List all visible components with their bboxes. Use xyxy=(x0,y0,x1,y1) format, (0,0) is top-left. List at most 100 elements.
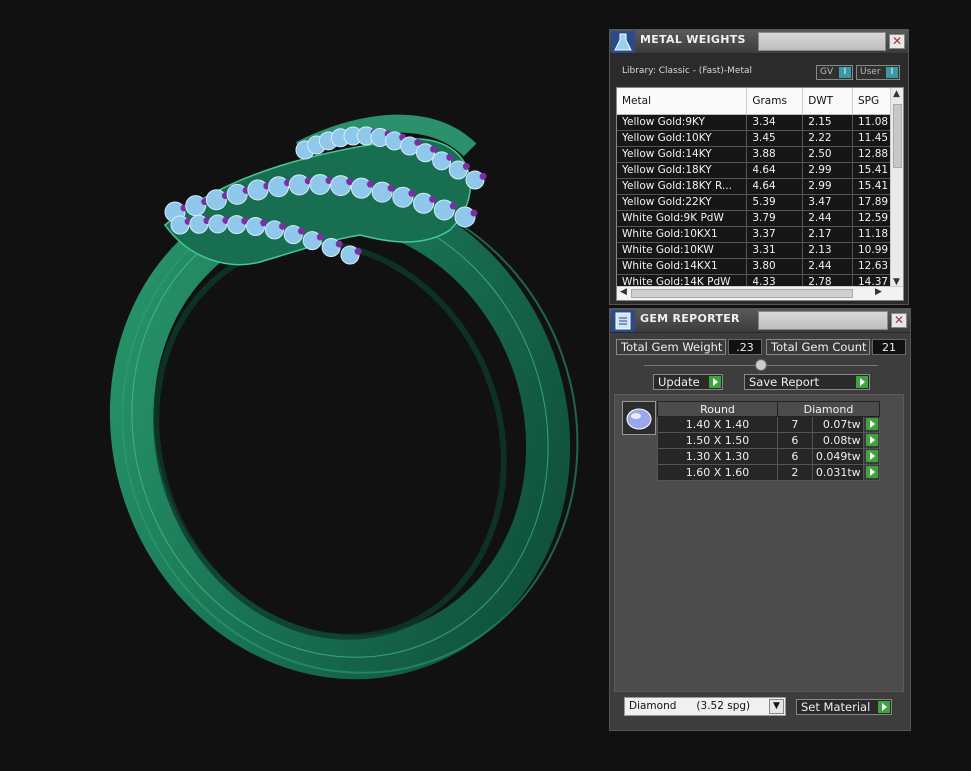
prong xyxy=(335,240,343,248)
play-icon xyxy=(866,450,878,462)
material-select[interactable]: Diamond (3.52 spg) ▼ xyxy=(624,697,786,716)
flask-icon xyxy=(611,31,635,53)
metal-weights-panel: METAL WEIGHTS ✕ Library: Classic - (Fast… xyxy=(609,29,909,305)
close-icon[interactable]: ✕ xyxy=(889,34,905,49)
table-cell: 2.50 xyxy=(802,146,853,163)
gem-stone xyxy=(454,206,476,228)
horizontal-scrollbar[interactable]: ◀ ▶ xyxy=(617,286,903,300)
prong xyxy=(470,209,478,217)
select-gem-button[interactable] xyxy=(862,464,881,481)
gem-row[interactable]: 1.50 X 1.50 6 0.08tw xyxy=(657,432,881,449)
column-header[interactable]: SPG xyxy=(852,88,891,115)
vertical-scrollbar[interactable]: ▲ ▼ xyxy=(890,88,903,288)
table-row[interactable]: White Gold:10KW 3.31 2.13 10.99 xyxy=(617,242,891,259)
set-material-button[interactable]: Set Material xyxy=(796,699,892,715)
gem-stone xyxy=(392,186,414,208)
gem-stone xyxy=(413,192,435,214)
table-cell: White Gold:9K PdW xyxy=(617,210,748,227)
scroll-right-icon[interactable]: ▶ xyxy=(875,287,882,297)
table-cell: 12.63 xyxy=(852,258,891,275)
total-gem-weight-value: .23 xyxy=(728,339,762,355)
gem-row[interactable]: 1.30 X 1.30 6 0.049tw xyxy=(657,448,881,465)
table-row[interactable]: White Gold:10KX1 3.37 2.17 11.18 xyxy=(617,226,891,243)
gem-stone xyxy=(268,176,290,198)
prong xyxy=(479,172,487,180)
gem-row[interactable]: 1.60 X 1.60 2 0.031tw xyxy=(657,464,881,481)
update-button[interactable]: Update xyxy=(653,374,723,390)
scroll-left-icon[interactable]: ◀ xyxy=(620,287,627,297)
table-cell: 3.37 xyxy=(746,226,804,243)
prong xyxy=(462,162,470,170)
table-cell: 15.41 xyxy=(852,162,891,179)
table-row[interactable]: Yellow Gold:14KY 3.88 2.50 12.88 xyxy=(617,146,891,163)
play-icon xyxy=(709,376,721,388)
gem-stone xyxy=(371,181,393,203)
gem-stone xyxy=(350,177,372,199)
column-header[interactable]: Metal xyxy=(617,88,748,115)
table-row[interactable]: White Gold:14KX1 3.80 2.44 12.63 xyxy=(617,258,891,275)
gem-count-cell: 6 xyxy=(777,432,813,449)
user-toggle[interactable]: User I xyxy=(856,65,900,80)
select-gem-button[interactable] xyxy=(862,432,881,449)
table-row[interactable]: White Gold:9K PdW 3.79 2.44 12.59 xyxy=(617,210,891,227)
splitter-handle-icon[interactable] xyxy=(755,359,767,371)
prong xyxy=(354,247,362,255)
gem-stone xyxy=(226,183,248,205)
gem-count-cell: 6 xyxy=(777,448,813,465)
play-icon xyxy=(856,376,868,388)
table-cell: 2.44 xyxy=(802,258,853,275)
table-cell: 11.08 xyxy=(852,114,891,131)
table-cell: 10.99 xyxy=(852,242,891,259)
prong xyxy=(387,184,395,192)
table-cell: 3.31 xyxy=(746,242,804,259)
prong xyxy=(366,180,374,188)
gem-stone xyxy=(185,195,207,217)
table-cell: Yellow Gold:9KY xyxy=(617,114,748,131)
table-row[interactable]: Yellow Gold:9KY 3.34 2.15 11.08 xyxy=(617,114,891,131)
save-report-button[interactable]: Save Report xyxy=(744,374,870,390)
prong xyxy=(446,153,454,161)
table-cell: 3.79 xyxy=(746,210,804,227)
metal-weights-title: METAL WEIGHTS xyxy=(640,33,746,46)
table-cell: 3.80 xyxy=(746,258,804,275)
scroll-thumb[interactable] xyxy=(631,289,853,298)
round-gem-icon[interactable] xyxy=(622,401,656,435)
table-cell: 3.47 xyxy=(802,194,853,211)
gem-stone xyxy=(330,175,352,197)
table-cell: White Gold:14KX1 xyxy=(617,258,748,275)
scroll-up-icon[interactable]: ▲ xyxy=(893,89,900,99)
scroll-thumb[interactable] xyxy=(893,104,902,168)
metal-weights-titlebar[interactable]: METAL WEIGHTS ✕ xyxy=(610,30,908,54)
table-cell: 2.22 xyxy=(802,130,853,147)
table-cell: 12.88 xyxy=(852,146,891,163)
3d-viewport[interactable] xyxy=(0,0,600,771)
gv-toggle[interactable]: GV I xyxy=(816,65,853,80)
gem-weight-cell: 0.08tw xyxy=(811,432,864,449)
gem-stone xyxy=(288,174,310,196)
table-row[interactable]: Yellow Gold:18KY R... 4.64 2.99 15.41 xyxy=(617,178,891,195)
table-row[interactable]: Yellow Gold:10KY 3.45 2.22 11.45 xyxy=(617,130,891,147)
chevron-down-icon[interactable]: ▼ xyxy=(769,699,784,714)
gem-list-area: Round Diamond 1.40 X 1.40 7 0.07tw 1.50 X 1… xyxy=(614,394,904,692)
gem-count-cell: 7 xyxy=(777,416,813,433)
select-gem-button[interactable] xyxy=(862,448,881,465)
table-row[interactable]: Yellow Gold:22KY 5.39 3.47 17.89 xyxy=(617,194,891,211)
gem-reporter-panel: GEM REPORTER ✕ Total Gem Weight .23 Tota… xyxy=(609,308,911,731)
gem-reporter-titlebar[interactable]: GEM REPORTER ✕ xyxy=(610,309,910,333)
table-cell: Yellow Gold:22KY xyxy=(617,194,748,211)
prong xyxy=(297,227,305,235)
gem-row[interactable]: 1.40 X 1.40 7 0.07tw xyxy=(657,416,881,433)
table-row[interactable]: Yellow Gold:18KY 4.64 2.99 15.41 xyxy=(617,162,891,179)
prong xyxy=(429,195,437,203)
play-icon xyxy=(878,701,890,713)
select-gem-button[interactable] xyxy=(862,416,881,433)
column-header[interactable]: Grams xyxy=(746,88,804,115)
gem-weight-cell: 0.07tw xyxy=(811,416,864,433)
table-cell: Yellow Gold:14KY xyxy=(617,146,748,163)
gem-stone xyxy=(205,189,227,211)
table-cell: 2.99 xyxy=(802,178,853,195)
table-cell: 17.89 xyxy=(852,194,891,211)
column-header[interactable]: DWT xyxy=(802,88,853,115)
close-icon[interactable]: ✕ xyxy=(891,313,907,328)
total-gem-weight-label: Total Gem Weight xyxy=(616,339,726,355)
